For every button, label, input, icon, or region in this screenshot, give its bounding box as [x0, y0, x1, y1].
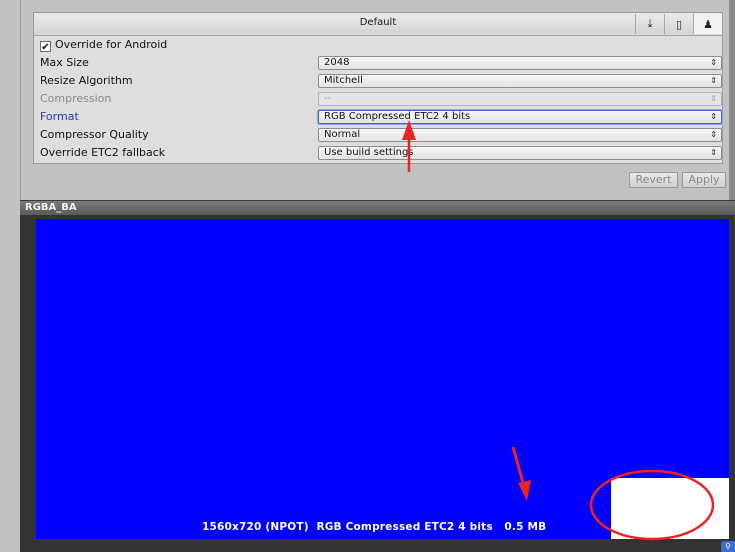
tab-default-download[interactable]: ⤓ [635, 14, 664, 34]
compressor-quality-dropdown[interactable]: Normal ⇕ [318, 128, 722, 142]
override-etc2-fallback-label: Override ETC2 fallback [40, 146, 166, 159]
dropdown-arrow-icon: ⇕ [710, 58, 717, 67]
compressor-quality-label: Compressor Quality [40, 128, 149, 141]
texture-white-region [611, 478, 729, 539]
format-dropdown[interactable]: RGB Compressed ETC2 4 bits ⇕ [318, 110, 722, 124]
max-size-label: Max Size [40, 56, 89, 69]
preview-asset-name: RGBA_BA [25, 202, 77, 213]
override-checkbox[interactable]: ✔ [40, 41, 51, 53]
panel-title: Default [359, 17, 397, 28]
download-icon: ⤓ [647, 17, 653, 30]
inspector-left-gutter [0, 0, 21, 200]
texture-import-inspector: Default ⤓ ▯ ♟ ✔ Override for Android Max … [0, 0, 735, 552]
dropdown-arrow-icon: ⇕ [710, 148, 717, 157]
resize-algorithm-label: Resize Algorithm [40, 74, 133, 87]
resize-algorithm-value: Mitchell [324, 75, 363, 86]
dropdown-arrow-icon: ⇕ [710, 130, 717, 139]
compression-label: Compression [40, 92, 112, 105]
android-icon: ♟ [703, 17, 713, 31]
max-size-dropdown[interactable]: 2048 ⇕ [318, 56, 722, 70]
compressor-quality-value: Normal [324, 129, 361, 140]
link-icon[interactable]: ⚲ [721, 541, 735, 552]
dropdown-arrow-icon: ⇕ [710, 94, 717, 103]
compression-dropdown: -- ⇕ [318, 92, 722, 106]
dropdown-arrow-icon: ⇕ [710, 112, 717, 121]
resize-algorithm-dropdown[interactable]: Mitchell ⇕ [318, 74, 722, 88]
max-size-value: 2048 [324, 57, 350, 68]
panel-header: Default ⤓ ▯ ♟ [34, 13, 722, 36]
format-label: Format [40, 110, 79, 123]
apply-button[interactable]: Apply [682, 172, 726, 188]
platform-tabs: ⤓ ▯ ♟ [635, 14, 722, 34]
format-value: RGB Compressed ETC2 4 bits [324, 111, 471, 122]
compression-value: -- [324, 93, 332, 104]
dropdown-arrow-icon: ⇕ [710, 76, 717, 85]
override-row[interactable]: ✔ Override for Android [40, 37, 167, 53]
override-etc2-fallback-dropdown[interactable]: Use build settings ⇕ [318, 146, 722, 160]
revert-button[interactable]: Revert [629, 172, 678, 188]
preview-header[interactable]: RGBA_BA [20, 200, 735, 215]
override-etc2-fallback-value: Use build settings [324, 147, 414, 158]
inspector-scrollbar[interactable] [729, 0, 735, 200]
tab-mobile[interactable]: ▯ [664, 14, 693, 34]
phone-icon: ▯ [675, 17, 683, 31]
override-label: Override for Android [55, 38, 168, 51]
texture-info-text: 1560x720 (NPOT) RGB Compressed ETC2 4 bi… [202, 521, 547, 533]
tab-android[interactable]: ♟ [693, 14, 722, 34]
